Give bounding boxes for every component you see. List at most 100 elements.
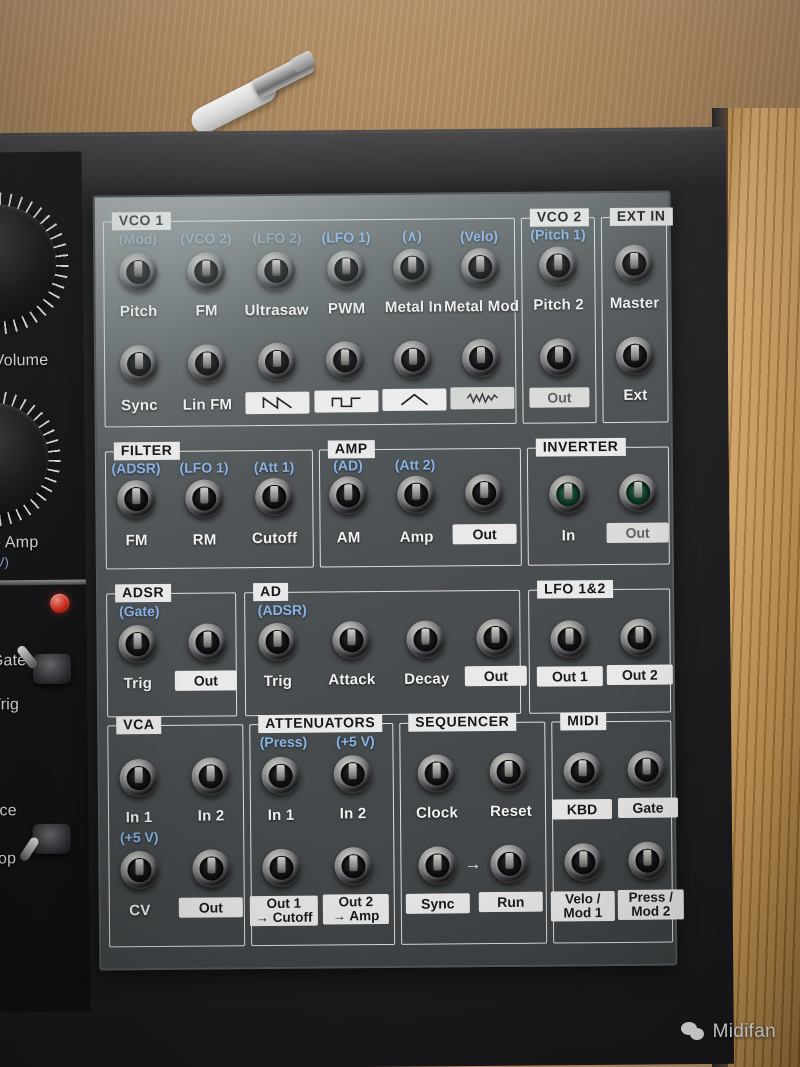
label-inverter-in: In — [561, 527, 576, 545]
jack-vco1-sync[interactable] — [119, 344, 159, 384]
chip-midi-kbd[interactable]: KBD — [551, 799, 613, 820]
jack-slot — [635, 626, 644, 643]
watermark-text: Midifan — [712, 1021, 776, 1042]
jack-att-in2[interactable] — [333, 755, 372, 794]
jack-vco1-metal-mod[interactable] — [461, 247, 500, 287]
jack-inverter-out[interactable] — [619, 473, 658, 512]
jack-filter-fm[interactable] — [117, 480, 156, 519]
jack-vco1-ultrasaw[interactable] — [257, 251, 296, 291]
wechat-icon — [680, 1022, 705, 1042]
label-vco1-pwm: PWM — [327, 300, 366, 318]
jack-vca-in2[interactable] — [191, 757, 230, 796]
chip-adsr-out[interactable]: Out — [174, 670, 237, 691]
watermark: Midifan — [680, 1021, 776, 1043]
jack-vco1-triangle-out[interactable] — [393, 340, 433, 379]
jack-vco1-metal-in[interactable] — [393, 248, 432, 287]
wechat-bubble-small — [689, 1028, 704, 1040]
jack-ad-decay[interactable] — [406, 620, 445, 659]
module-ad-title: AD — [253, 582, 289, 602]
jack-slot — [349, 855, 358, 872]
saw-wave-icon-chip[interactable] — [245, 391, 310, 415]
jack-vca-in1[interactable] — [119, 758, 158, 798]
jack-slot — [340, 349, 350, 366]
jack-vca-cv[interactable] — [120, 850, 159, 890]
left-control-strip: Volume - Amp V) Gate Trig nce oop — [0, 151, 91, 1013]
jack-slot — [347, 629, 356, 646]
module-vco1-title: VCO 1 — [111, 211, 171, 231]
label-amp-amp: Amp — [399, 528, 434, 546]
label-ad-trig: Trig — [263, 672, 293, 691]
jack-vco1-saw-out[interactable] — [257, 342, 297, 382]
jack-slot — [408, 256, 417, 273]
chip-att-out1[interactable]: Out 1 → Cutoff — [249, 895, 319, 927]
square-wave-icon-chip[interactable] — [314, 390, 379, 413]
jack-inverter-in[interactable] — [549, 475, 588, 514]
chip-seq-sync[interactable]: Sync — [405, 893, 470, 914]
jack-vco2-pitch2[interactable] — [539, 246, 578, 285]
jack-slot — [578, 760, 587, 777]
jack-slot — [133, 633, 142, 650]
jack-ext-ext[interactable] — [615, 336, 655, 375]
jack-midi-kbd[interactable] — [563, 752, 602, 791]
jack-amp-amp[interactable] — [397, 475, 436, 514]
chip-inverter-out[interactable]: Out — [606, 522, 669, 544]
jack-adsr-trig[interactable] — [118, 624, 157, 664]
jack-adsr-out[interactable] — [188, 623, 227, 662]
jack-att-in1[interactable] — [261, 756, 300, 796]
jack-vco1-pwm[interactable] — [327, 250, 366, 289]
chip-vco2-out[interactable]: Out — [529, 387, 590, 408]
jack-filter-rm[interactable] — [185, 479, 224, 518]
jack-ad-attack[interactable] — [332, 621, 371, 660]
jack-slot — [270, 485, 279, 502]
noise-wave-icon — [466, 392, 498, 405]
jack-seq-reset[interactable] — [489, 752, 528, 792]
att-in2-blue: (+5 V) — [336, 733, 375, 750]
jack-att-out2[interactable] — [334, 847, 373, 886]
jack-vco2-out[interactable] — [539, 338, 579, 377]
jack-amp-am[interactable] — [329, 476, 368, 515]
module-lfo-title: LFO 1&2 — [537, 580, 613, 599]
jack-midi-gate[interactable] — [627, 750, 666, 789]
triangle-wave-icon-chip[interactable] — [382, 388, 447, 412]
jack-lfo-out2[interactable] — [620, 618, 659, 657]
label-seq-reset: Reset — [490, 802, 533, 821]
jack-ext-master[interactable] — [615, 244, 654, 283]
jack-lfo-out1[interactable] — [550, 620, 589, 659]
jack-filter-cutoff[interactable] — [255, 477, 294, 517]
jack-att-out1[interactable] — [262, 848, 301, 888]
noise-wave-icon-chip[interactable] — [450, 386, 515, 410]
chip-midi-press-mod2[interactable]: Press / Mod 2 — [617, 889, 684, 921]
jack-vco1-fm[interactable] — [187, 252, 226, 291]
chip-lfo-out1[interactable]: Out 1 — [536, 666, 603, 687]
chip-lfo-out2[interactable]: Out 2 — [606, 664, 673, 686]
vco1-fm-blue: (VCO 2) — [180, 230, 232, 247]
jack-midi-velo-mod1[interactable] — [564, 843, 603, 882]
gate-trig-switch-base[interactable] — [32, 653, 72, 685]
chip-seq-run[interactable]: Run — [478, 891, 543, 913]
jack-vco1-noise-out[interactable] — [461, 338, 501, 378]
jack-ad-trig[interactable] — [258, 622, 297, 662]
chip-midi-velo-mod1[interactable]: Velo / Mod 1 — [550, 891, 615, 922]
chip-ad-out[interactable]: Out — [464, 665, 527, 687]
chip-midi-gate[interactable]: Gate — [617, 797, 679, 819]
jack-vco1-pitch[interactable] — [119, 252, 158, 292]
jack-vca-out[interactable] — [192, 849, 231, 888]
jack-seq-sync[interactable] — [418, 846, 457, 885]
chip-amp-out[interactable]: Out — [452, 523, 517, 545]
jack-slot — [276, 764, 285, 781]
chip-att-out2[interactable]: Out 2 → Amp — [322, 893, 390, 925]
jack-amp-out[interactable] — [465, 473, 504, 513]
amp-amp-blue: (Att 2) — [394, 456, 436, 473]
jack-seq-run[interactable] — [490, 844, 529, 884]
jack-vco1-square-out[interactable] — [325, 341, 365, 380]
label-seq-clock: Clock — [416, 804, 459, 822]
jack-seq-clock[interactable] — [417, 754, 456, 793]
jack-slot — [642, 758, 651, 775]
jack-slot — [504, 760, 513, 777]
jack-vco1-lin-fm[interactable] — [187, 344, 227, 383]
sequence-loop-switch-base[interactable] — [32, 823, 71, 855]
loop-label: oop — [0, 850, 17, 868]
chip-vca-out[interactable]: Out — [178, 897, 243, 918]
jack-ad-out[interactable] — [476, 618, 515, 658]
jack-midi-press-mod2[interactable] — [628, 841, 667, 880]
